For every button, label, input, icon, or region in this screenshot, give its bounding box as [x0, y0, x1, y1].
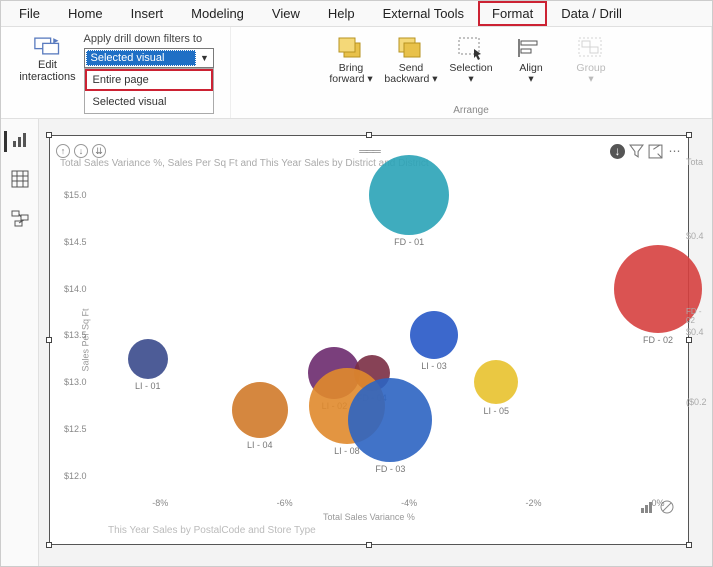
y-tick: $15.0	[64, 190, 87, 200]
x-tick: -8%	[152, 498, 168, 508]
drill-down-icon[interactable]: ↓	[74, 144, 88, 158]
drag-grip-icon[interactable]: ═══	[359, 144, 379, 158]
clipped-right-visual: Tota $0.4 $0.4 ($0.2 FD - 02	[682, 137, 712, 566]
group-button: Group▾	[563, 35, 619, 85]
bubble-label: FD - 01	[394, 237, 424, 247]
drill-up-icon[interactable]: ↑	[56, 144, 70, 158]
visual-subtitle: This Year Sales by PostalCode and Store …	[108, 525, 316, 536]
align-button[interactable]: Align▾	[503, 35, 559, 85]
combo-selected-value: Selected visual	[86, 50, 196, 66]
combo-dropdown: Entire page Selected visual	[84, 68, 214, 114]
bubble-label: FD - 03	[375, 464, 405, 474]
bubble-point[interactable]	[128, 339, 168, 379]
tab-home[interactable]: Home	[54, 1, 117, 26]
apply-filters-combo[interactable]: Selected visual ▼ Entire page Selected v…	[84, 48, 214, 68]
ribbon-body: Edit interactions Apply drill down filte…	[1, 27, 712, 119]
y-tick: $12.0	[64, 471, 87, 481]
y-tick: $13.0	[64, 377, 87, 387]
ribbon-tabs: File Home Insert Modeling View Help Exte…	[1, 1, 712, 27]
bubble-label: LI - 05	[483, 406, 509, 416]
drill-mode-icon[interactable]: ↓	[610, 144, 625, 159]
ribbon-group-label-arrange: Arrange	[231, 105, 711, 116]
selection-button[interactable]: Selection▾	[443, 35, 499, 85]
y-tick: $14.0	[64, 284, 87, 294]
dropdown-item-selected-visual[interactable]: Selected visual	[85, 91, 213, 113]
dropdown-item-entire-page[interactable]: Entire page	[85, 69, 213, 91]
x-tick: -4%	[401, 498, 417, 508]
rail-report-view[interactable]	[4, 131, 29, 152]
edit-interactions-icon	[34, 35, 62, 57]
edit-interactions-label: Edit interactions	[18, 59, 78, 83]
tab-help[interactable]: Help	[314, 1, 369, 26]
x-tick: 0%	[651, 498, 664, 508]
tab-external-tools[interactable]: External Tools	[369, 1, 478, 26]
expand-icon[interactable]: ⇊	[92, 144, 106, 158]
selection-icon	[456, 35, 486, 61]
edit-interactions-button[interactable]: Edit interactions	[18, 29, 78, 83]
scatter-plot-area: FD - 01FD - 02LI - 03LI - 01LI - 02FD - …	[98, 176, 658, 476]
bubble-label: FD - 02	[643, 335, 673, 345]
y-tick: $13.5	[64, 330, 87, 340]
group-icon	[576, 35, 606, 61]
bubble-label: LI - 01	[135, 381, 161, 391]
tab-insert[interactable]: Insert	[117, 1, 178, 26]
bubble-label: LI - 08	[334, 446, 360, 456]
tab-file[interactable]: File	[5, 1, 54, 26]
focus-mode-icon[interactable]	[648, 144, 663, 159]
more-options-icon[interactable]: ⋯	[667, 144, 682, 159]
scatter-visual[interactable]: ↑ ↓ ⇊ ═══ ↓ ⋯ Total Sales Variance %, Sa…	[49, 135, 689, 545]
rail-data-view[interactable]	[11, 170, 29, 191]
bubble-label: LI - 04	[247, 440, 273, 450]
x-tick: -2%	[526, 498, 542, 508]
send-backward-icon	[396, 35, 426, 61]
report-canvas[interactable]: ↑ ↓ ⇊ ═══ ↓ ⋯ Total Sales Variance %, Sa…	[39, 119, 712, 566]
filter-icon[interactable]	[629, 144, 644, 159]
tab-view[interactable]: View	[258, 1, 314, 26]
visual-header: ↑ ↓ ⇊ ═══ ↓ ⋯	[50, 141, 688, 161]
send-backward-button[interactable]: Send backward ▾	[383, 35, 439, 85]
align-icon	[516, 35, 546, 61]
tab-format[interactable]: Format	[478, 1, 547, 26]
y-tick: $14.5	[64, 237, 87, 247]
x-tick: -6%	[277, 498, 293, 508]
tab-modeling[interactable]: Modeling	[177, 1, 258, 26]
bubble-point[interactable]	[369, 155, 449, 235]
chevron-down-icon: ▼	[197, 53, 213, 63]
tab-data-drill[interactable]: Data / Drill	[547, 1, 636, 26]
view-rail	[1, 119, 39, 566]
rail-model-view[interactable]	[11, 209, 29, 230]
y-tick: $12.5	[64, 424, 87, 434]
bubble-label: LI - 03	[421, 361, 447, 371]
bubble-point[interactable]	[474, 360, 518, 404]
bubble-point[interactable]	[410, 311, 458, 359]
bring-forward-button[interactable]: Bring forward ▾	[323, 35, 379, 85]
bring-forward-icon	[336, 35, 366, 61]
x-axis-title: Total Sales Variance %	[323, 512, 415, 522]
apply-filters-label: Apply drill down filters to	[84, 33, 203, 45]
bubble-point[interactable]	[348, 378, 432, 462]
bubble-point[interactable]	[232, 382, 288, 438]
